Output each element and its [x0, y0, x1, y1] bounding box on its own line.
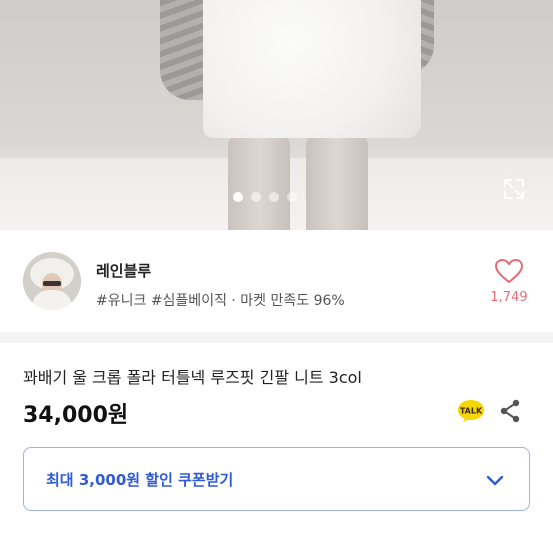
share-icon[interactable]: [499, 399, 521, 423]
leg-left: [228, 135, 290, 230]
like-count: 1,749: [490, 290, 528, 305]
carousel-dot-3[interactable]: [269, 192, 279, 202]
heart-icon[interactable]: [494, 258, 524, 284]
white-skirt: [203, 0, 421, 138]
svg-text:TALK: TALK: [460, 407, 483, 416]
carousel-dot-4[interactable]: [287, 192, 297, 202]
seller-avatar[interactable]: [23, 252, 81, 310]
section-divider: [0, 332, 553, 343]
product-price: 34,000원: [23, 403, 129, 428]
carousel-dot-2[interactable]: [251, 192, 261, 202]
coupon-download-button[interactable]: 최대 3,000원 할인 쿠폰받기: [23, 447, 530, 511]
seller-name[interactable]: 레인블루: [96, 260, 151, 281]
carousel-dot-1[interactable]: [233, 192, 243, 202]
leg-right: [306, 135, 368, 230]
product-title: 꽈배기 울 크롭 폴라 터틀넥 루즈핏 긴팔 니트 3col: [23, 368, 362, 387]
coupon-label: 최대 3,000원 할인 쿠폰받기: [46, 471, 234, 489]
seller-info: 레인블루 #유니크 #심플베이직 · 마켓 만족도 96% 1,749: [0, 230, 553, 332]
expand-icon[interactable]: [503, 178, 525, 200]
kakao-talk-icon[interactable]: TALK: [457, 399, 485, 423]
seller-tags: #유니크 #심플베이직 · 마켓 만족도 96%: [96, 293, 345, 309]
chevron-down-icon: [486, 475, 504, 486]
carousel-indicator: [233, 192, 297, 202]
product-image-carousel[interactable]: [0, 0, 553, 230]
